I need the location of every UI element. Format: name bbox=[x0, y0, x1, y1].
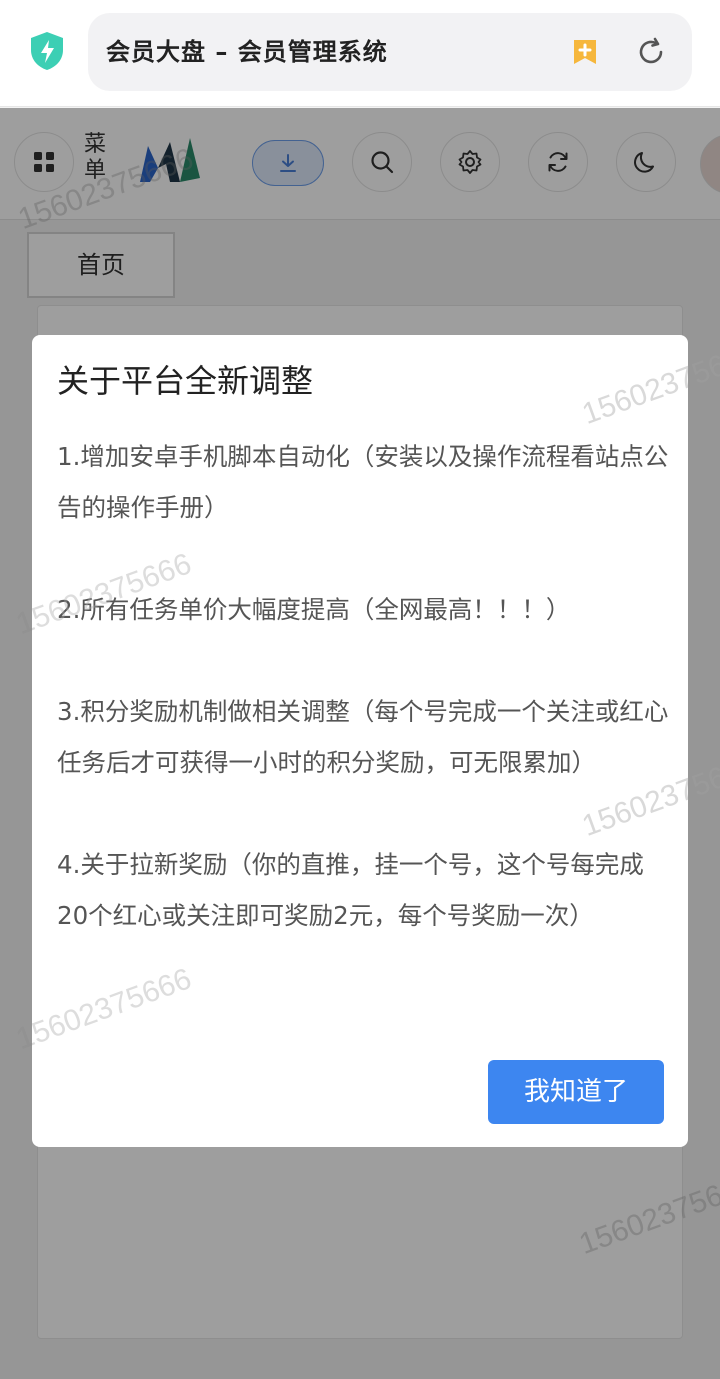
dialog-body: 1.增加安卓手机脚本自动化（安装以及操作流程看站点公告的操作手册） 2.所有任务… bbox=[57, 431, 672, 941]
page-title: 会员大盘 – 会员管理系统 bbox=[106, 38, 388, 66]
acknowledge-button[interactable]: 我知道了 bbox=[488, 1060, 664, 1124]
shield-icon[interactable] bbox=[28, 30, 66, 72]
announcement-item: 3.积分奖励机制做相关调整（每个号完成一个关注或红心任务后才可获得一小时的积分奖… bbox=[57, 697, 669, 777]
add-bookmark-icon[interactable] bbox=[570, 37, 600, 67]
address-bar[interactable]: 会员大盘 – 会员管理系统 bbox=[88, 13, 692, 91]
dialog-title: 关于平台全新调整 bbox=[57, 362, 314, 400]
announcement-dialog: 关于平台全新调整 1.增加安卓手机脚本自动化（安装以及操作流程看站点公告的操作手… bbox=[32, 335, 688, 1147]
announcement-item: 1.增加安卓手机脚本自动化（安装以及操作流程看站点公告的操作手册） bbox=[57, 442, 669, 522]
reload-icon[interactable] bbox=[634, 35, 668, 69]
browser-toolbar: 会员大盘 – 会员管理系统 bbox=[0, 0, 720, 107]
announcement-item: 4.关于拉新奖励（你的直推，挂一个号，这个号每完成20个红心或关注即可奖励2元，… bbox=[57, 850, 644, 930]
page: 会员大盘 – 会员管理系统 菜单 首页 15602375666 15602375… bbox=[0, 0, 720, 1379]
